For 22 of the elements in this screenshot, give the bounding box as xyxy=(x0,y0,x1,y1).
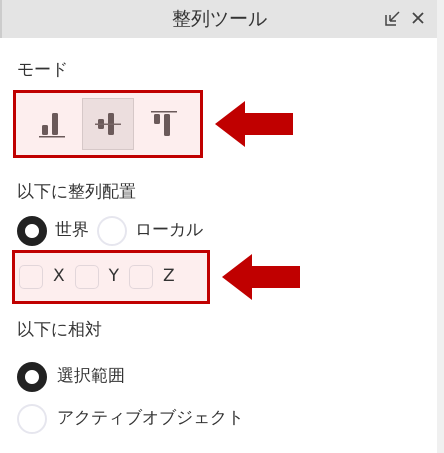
checkbox-label: Y xyxy=(108,265,120,288)
radio-button[interactable] xyxy=(17,362,47,392)
radio-label: 選択範囲 xyxy=(57,365,125,388)
radio-label: ローカル xyxy=(135,219,203,242)
radio-label: アクティブオブジェクト xyxy=(57,407,244,430)
window-title: 整列ツール xyxy=(172,6,267,32)
align-mode-button[interactable] xyxy=(82,98,134,150)
radio-button[interactable] xyxy=(17,216,47,246)
section-label: モード xyxy=(17,59,69,82)
arrow-icon xyxy=(215,101,293,147)
checkbox-label: Z xyxy=(163,265,175,288)
checkbox[interactable] xyxy=(19,265,43,289)
undock-icon[interactable] xyxy=(385,10,401,26)
checkbox-label: X xyxy=(53,265,65,288)
section-label: 以下に相対 xyxy=(17,319,103,342)
checkbox[interactable] xyxy=(74,265,99,289)
align-top-icon xyxy=(150,109,178,139)
close-icon[interactable] xyxy=(411,11,425,25)
checkbox[interactable] xyxy=(129,265,154,289)
arrow-icon xyxy=(222,254,300,300)
radio-label: 世界 xyxy=(55,219,89,242)
section-label: 以下に整列配置 xyxy=(17,181,137,204)
